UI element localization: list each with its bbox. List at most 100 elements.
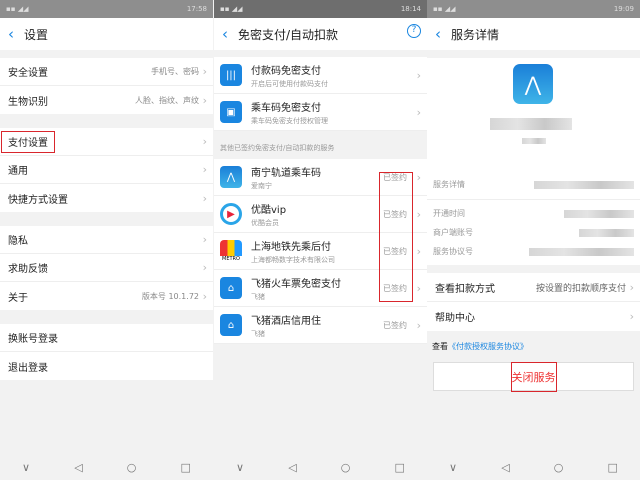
highlight-box bbox=[1, 131, 55, 153]
status-time: 19:09 bbox=[613, 5, 634, 13]
chevron-right-icon: › bbox=[629, 280, 634, 294]
status-bar: ▪▪ ◢◢ 18:14 bbox=[214, 0, 427, 18]
back-triangle-icon[interactable]: ◁ bbox=[288, 461, 296, 474]
item-title: 上海地铁先乘后付 bbox=[251, 241, 331, 253]
logout-button[interactable]: 退出登录 bbox=[0, 352, 213, 380]
paycode-autopay-item[interactable]: ||| 付款码免密支付 开启后可使用付款码支付 › bbox=[214, 57, 427, 94]
item-subtitle: 飞猪 bbox=[251, 329, 265, 338]
back-icon[interactable]: ‹ bbox=[222, 25, 228, 43]
back-triangle-icon[interactable]: ◁ bbox=[74, 461, 82, 474]
item-label: 生物识别 bbox=[8, 96, 48, 108]
chevron-right-icon: › bbox=[416, 105, 421, 119]
nanning-metro-icon: ⋀ bbox=[513, 64, 553, 104]
detail-section: 服务详情 开通时间 商户端账号 服务协议号 bbox=[427, 166, 640, 265]
blurred-value bbox=[529, 247, 634, 256]
back-icon[interactable]: ‹ bbox=[435, 25, 441, 43]
item-subtitle: 乘车码免密支付授权管理 bbox=[251, 116, 328, 125]
view-deduct-method-item[interactable]: 查看扣款方式 按设置的扣款顺序支付 › bbox=[427, 273, 640, 302]
status-badge: 已签约 bbox=[383, 320, 407, 330]
chevron-right-icon: › bbox=[416, 207, 421, 221]
item-subtitle: 开启后可使用付款码支付 bbox=[251, 79, 328, 88]
item-title: 付款码免密支付 bbox=[251, 65, 321, 77]
view-label: 查看 bbox=[432, 342, 448, 351]
fliggy-icon: ⌂ bbox=[220, 314, 242, 336]
recents-icon[interactable]: □ bbox=[395, 461, 405, 474]
chevron-right-icon: › bbox=[416, 244, 421, 258]
settings-item-privacy[interactable]: 隐私 › bbox=[0, 226, 213, 254]
collapse-icon[interactable]: ∨ bbox=[449, 461, 457, 474]
item-label: 关于 bbox=[8, 292, 28, 304]
service-item[interactable]: ⌂ 飞猪酒店信用住 飞猪 已签约 › bbox=[214, 307, 427, 344]
blurred-value bbox=[564, 209, 634, 218]
recents-icon[interactable]: □ bbox=[181, 461, 191, 474]
chevron-right-icon: › bbox=[202, 191, 207, 205]
auto-pay-screen: ▪▪ ◢◢ 18:14 ‹ 免密支付/自动扣款 ? ||| 付款码免密支付 开启后可使用… bbox=[214, 0, 427, 480]
recents-icon[interactable]: □ bbox=[608, 461, 618, 474]
status-bar: ▪▪ ◢◢ 19:09 bbox=[427, 0, 640, 18]
highlight-box bbox=[379, 172, 413, 302]
item-title: 飞猪火车票免密支付 bbox=[251, 278, 341, 290]
item-subtitle: 爱南宁 bbox=[251, 181, 272, 190]
blurred-sub bbox=[522, 138, 546, 144]
item-value: 人脸、指纹、声纹 bbox=[135, 95, 199, 105]
system-nav-bar: ∨ ◁ ○ □ bbox=[427, 454, 640, 480]
item-subtitle: 飞猪 bbox=[251, 292, 265, 301]
help-center-item[interactable]: 帮助中心 › bbox=[427, 302, 640, 331]
field-label: 开通时间 bbox=[433, 209, 465, 218]
chevron-right-icon: › bbox=[416, 170, 421, 184]
item-label: 查看扣款方式 bbox=[435, 283, 495, 295]
switch-account-button[interactable]: 换账号登录 bbox=[0, 324, 213, 352]
help-icon[interactable]: ? bbox=[407, 24, 421, 38]
item-label: 隐私 bbox=[8, 236, 28, 247]
settings-item-general[interactable]: 通用 › bbox=[0, 156, 213, 184]
page-title: 免密支付/自动扣款 bbox=[238, 27, 339, 42]
settings-item-shortcuts[interactable]: 快捷方式设置 › bbox=[0, 184, 213, 212]
youku-icon: ▶ bbox=[220, 203, 242, 225]
buscode-autopay-item[interactable]: ▣ 乘车码免密支付 乘车码免密支付授权管理 › bbox=[214, 94, 427, 131]
close-service-button[interactable]: 关闭服务 bbox=[433, 361, 634, 392]
metro-logo-text: METRO bbox=[220, 256, 242, 262]
item-label: 退出登录 bbox=[8, 362, 48, 374]
agreement-link[interactable]: 《付款授权服务协议》 bbox=[448, 342, 528, 351]
back-icon[interactable]: ‹ bbox=[8, 25, 14, 43]
system-nav-bar: ∨ ◁ ○ □ bbox=[214, 454, 427, 480]
collapse-icon[interactable]: ∨ bbox=[22, 461, 30, 474]
chevron-right-icon: › bbox=[202, 289, 207, 303]
blurred-value bbox=[579, 228, 634, 237]
detail-label: 服务详情 bbox=[433, 180, 465, 189]
chevron-right-icon: › bbox=[629, 310, 634, 323]
home-icon[interactable]: ○ bbox=[127, 461, 137, 474]
item-label: 帮助中心 bbox=[435, 313, 475, 324]
fliggy-icon: ⌂ bbox=[220, 277, 242, 299]
field-label: 商户端账号 bbox=[433, 228, 473, 237]
page-title: 设置 bbox=[24, 27, 49, 42]
chevron-right-icon: › bbox=[202, 233, 207, 246]
chevron-right-icon: › bbox=[202, 261, 207, 274]
close-service-label: 关闭服务 bbox=[510, 361, 557, 392]
settings-item-feedback[interactable]: 求助反馈 › bbox=[0, 254, 213, 282]
settings-item-security[interactable]: 安全设置 手机号、密码 › bbox=[0, 58, 213, 86]
chevron-right-icon: › bbox=[202, 65, 207, 78]
blurred-name bbox=[490, 118, 572, 130]
item-title: 飞猪酒店信用住 bbox=[251, 315, 321, 327]
chevron-right-icon: › bbox=[416, 68, 421, 82]
item-label: 快捷方式设置 bbox=[8, 194, 68, 206]
barcode-icon: ||| bbox=[220, 64, 242, 86]
home-icon[interactable]: ○ bbox=[554, 461, 564, 474]
item-label: 通用 bbox=[8, 166, 28, 177]
field-label: 服务协议号 bbox=[433, 247, 473, 256]
settings-item-biometric[interactable]: 生物识别 人脸、指纹、声纹 › bbox=[0, 86, 213, 114]
page-title: 服务详情 bbox=[451, 27, 500, 42]
chevron-right-icon: › bbox=[202, 93, 207, 107]
chevron-right-icon: › bbox=[202, 135, 207, 148]
settings-screen: ▪▪ ◢◢ 17:58 ‹ 设置 安全设置 手机号、密码 › 生物识别 人脸、指纹、声纹 ›… bbox=[0, 0, 213, 480]
chevron-right-icon: › bbox=[416, 281, 421, 295]
item-label: 求助反馈 bbox=[8, 264, 48, 275]
item-subtitle: 上海都畅数字技术有限公司 bbox=[251, 255, 335, 264]
home-icon[interactable]: ○ bbox=[341, 461, 351, 474]
settings-item-about[interactable]: 关于 版本号 10.1.72 › bbox=[0, 282, 213, 310]
collapse-icon[interactable]: ∨ bbox=[236, 461, 244, 474]
status-bar: ▪▪ ◢◢ 17:58 bbox=[0, 0, 213, 18]
back-triangle-icon[interactable]: ◁ bbox=[501, 461, 509, 474]
chevron-right-icon: › bbox=[416, 318, 421, 332]
